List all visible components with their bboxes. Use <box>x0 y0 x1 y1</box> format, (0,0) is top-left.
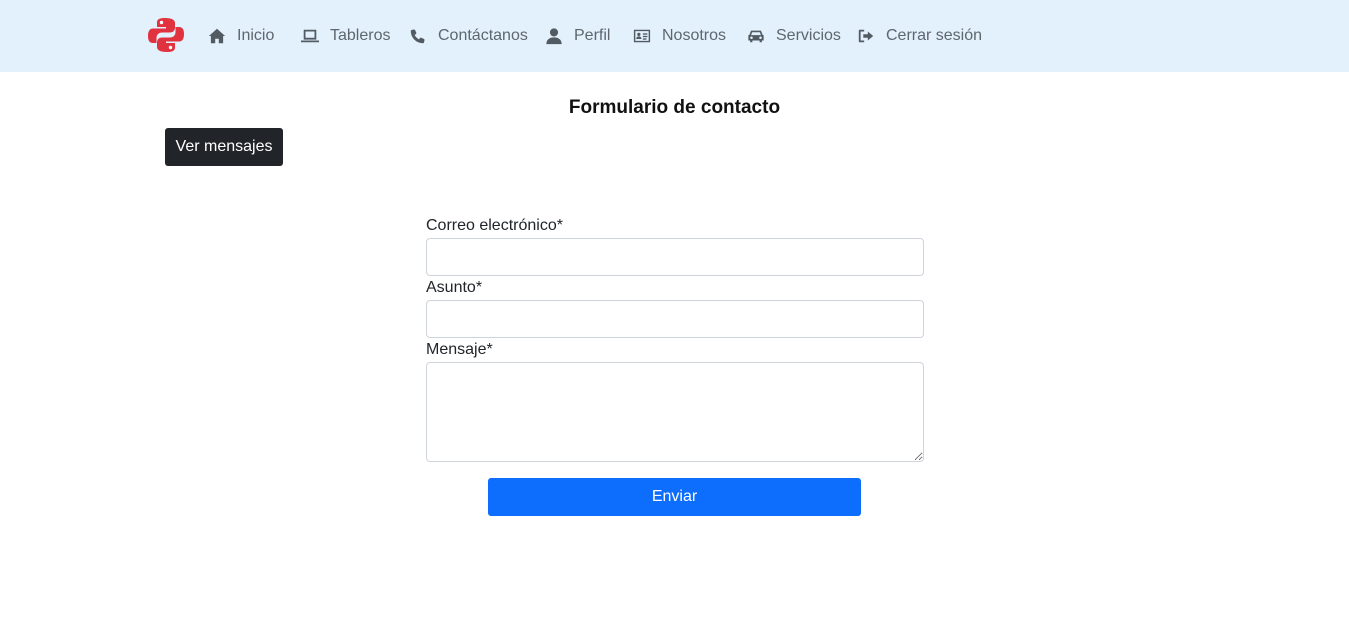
nav-item-label: Contáctanos <box>438 27 528 44</box>
nav-item-nosotros[interactable]: Nosotros <box>632 25 726 47</box>
nav-item-label: Tableros <box>330 27 391 44</box>
id-card-icon <box>632 26 652 46</box>
subject-label: Asunto* <box>426 279 483 296</box>
submit-button[interactable]: Enviar <box>488 478 861 516</box>
nav-item-contactanos[interactable]: Contáctanos <box>408 25 528 47</box>
nav-item-label: Nosotros <box>662 27 727 44</box>
sign-out-icon <box>856 26 876 46</box>
nav-item-label: Inicio <box>237 27 275 44</box>
page-title: Formulario de contacto <box>568 97 781 118</box>
nav-item-label: Servicios <box>776 27 841 44</box>
email-label: Correo electrónico* <box>426 217 563 234</box>
view-messages-button[interactable]: Ver mensajes <box>165 128 283 166</box>
nav-item-cerrar-sesion[interactable]: Cerrar sesión <box>856 25 982 47</box>
subject-field[interactable] <box>426 300 924 338</box>
navbar: Inicio Tableros Contáctanos Perfil Nosot… <box>0 0 1349 72</box>
car-icon <box>746 26 766 46</box>
message-field[interactable] <box>426 362 924 462</box>
phone-icon <box>408 26 428 46</box>
python-logo-icon[interactable] <box>148 17 184 53</box>
user-icon <box>544 26 564 46</box>
nav-item-perfil[interactable]: Perfil <box>544 25 610 47</box>
home-icon <box>207 26 227 46</box>
nav-item-label: Cerrar sesión <box>886 27 983 44</box>
laptop-icon <box>300 26 320 46</box>
nav-item-tableros[interactable]: Tableros <box>300 25 390 47</box>
nav-item-label: Perfil <box>574 27 611 44</box>
email-field[interactable] <box>426 238 924 276</box>
nav-item-inicio[interactable]: Inicio <box>207 25 274 47</box>
nav-item-servicios[interactable]: Servicios <box>746 25 841 47</box>
message-label: Mensaje* <box>426 341 493 358</box>
